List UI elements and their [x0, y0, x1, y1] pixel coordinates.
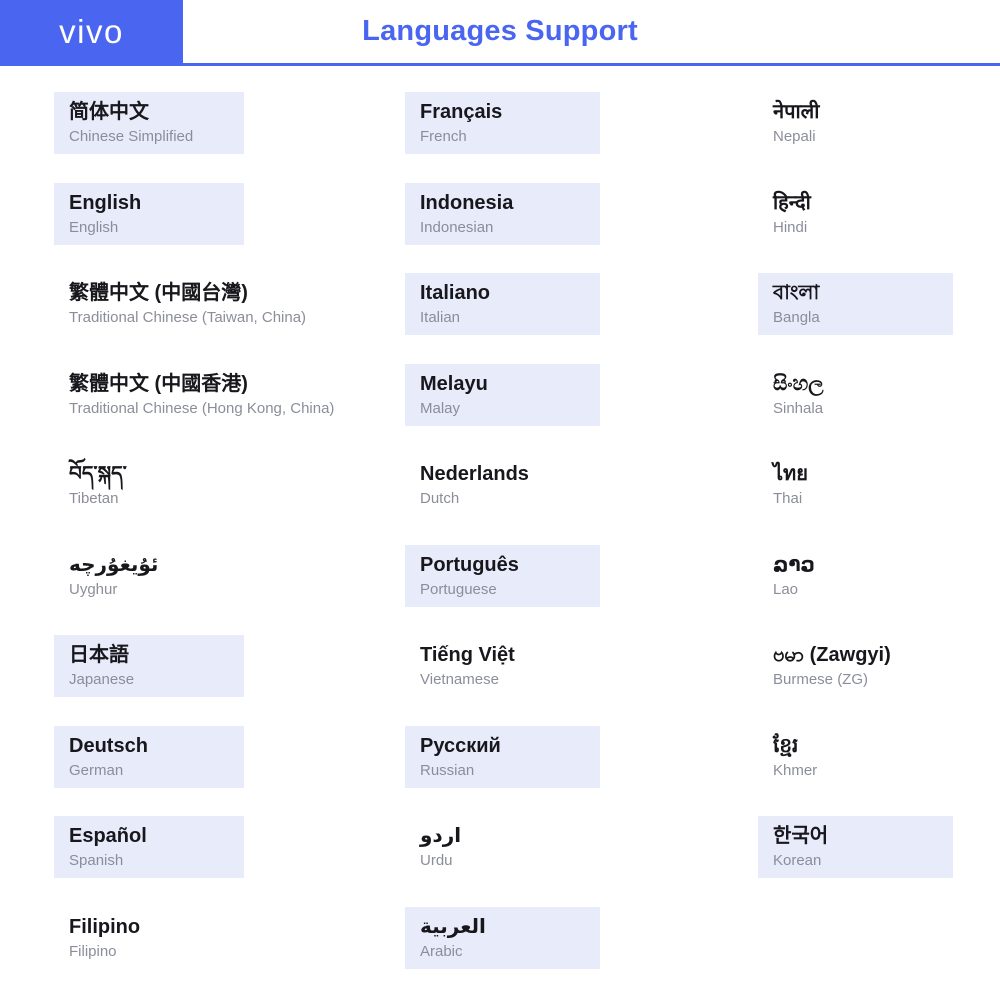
language-item[interactable]: Tiếng Việt Vietnamese [405, 635, 600, 697]
language-item[interactable]: नेपाली Nepali [758, 92, 953, 154]
language-english-name: English [69, 218, 119, 236]
page-header: vivo Languages Support [0, 0, 1000, 63]
language-native-name: Español [69, 825, 147, 847]
language-native-name: Français [420, 101, 503, 123]
language-english-name: Khmer [773, 761, 818, 779]
language-native-name: ไทย [773, 463, 808, 485]
language-native-name: ဗမာ (Zawgyi) [773, 644, 891, 666]
language-native-name: 繁體中文 (中國台灣) [69, 282, 248, 304]
language-native-name: Русский [420, 734, 501, 757]
language-item[interactable]: اردو Urdu [405, 816, 600, 878]
language-item[interactable]: Español Spanish [54, 816, 244, 878]
language-english-name: Burmese (ZG) [773, 671, 869, 688]
languages-grid: 简体中文 Chinese Simplified English English 繁體中文… [0, 66, 1000, 1000]
language-english-name: Dutch [420, 490, 460, 507]
language-item[interactable]: 繁體中文 (中國台灣) Traditional Chinese (Taiwan, … [54, 273, 307, 335]
vivo-logo: vivo [0, 0, 183, 63]
language-english-name: Portuguese [420, 580, 497, 598]
language-item[interactable]: Deutsch German [54, 725, 244, 788]
language-column-1: 简体中文 Chinese Simplified English English 繁體中文… [54, 66, 394, 1000]
language-item[interactable]: Italiano Italian [405, 273, 600, 335]
language-english-name: Bangla [773, 309, 820, 326]
language-native-name: नेपाली [773, 101, 820, 123]
language-item[interactable]: हिन्दी Hindi [758, 183, 953, 245]
language-item[interactable]: 繁體中文 (中國香港) Traditional Chinese (Hong Kon… [54, 364, 335, 426]
language-item[interactable]: 简体中文 Chinese Simplified [54, 92, 244, 154]
language-item[interactable]: ไทย Thai [758, 454, 953, 516]
language-native-name: བོད་སྐད་ [69, 463, 127, 485]
language-english-name: Vietnamese [420, 671, 499, 688]
language-english-name: Lao [773, 580, 799, 598]
language-native-name: ئۇيغۇرچە [69, 553, 159, 576]
language-native-name: اردو [420, 825, 462, 847]
language-native-name: Tiếng Việt [420, 644, 515, 666]
language-column-3: नेपाली Nepali हिन्दी Hindi বাংলা Bangla සිංහල S… [758, 66, 998, 1000]
language-item[interactable]: Français French [405, 92, 600, 154]
language-english-name: Traditional Chinese (Hong Kong, China) [69, 399, 335, 417]
language-item[interactable]: Indonesia Indonesian [405, 182, 600, 245]
language-native-name: 한국어 [773, 825, 829, 847]
language-item[interactable]: සිංහල Sinhala [758, 364, 953, 426]
language-english-name: Indonesian [420, 218, 494, 236]
language-english-name: Filipino [69, 942, 117, 960]
language-native-name: Nederlands [420, 463, 529, 485]
language-english-name: Traditional Chinese (Taiwan, China) [69, 309, 307, 326]
language-native-name: Melayu [420, 372, 488, 395]
language-english-name: Urdu [420, 852, 453, 869]
language-english-name: Thai [773, 490, 803, 507]
language-item[interactable]: Melayu Malay [405, 363, 600, 426]
language-english-name: Hindi [773, 218, 808, 236]
language-item[interactable]: العربية Arabic [405, 906, 600, 969]
language-item[interactable]: Português Portuguese [405, 544, 600, 607]
language-native-name: 简体中文 [69, 101, 149, 123]
language-native-name: ខ្មែរ [773, 734, 799, 757]
vivo-logo-text: vivo [59, 13, 124, 50]
language-native-name: العربية [420, 915, 486, 938]
language-english-name: Spanish [69, 852, 124, 869]
language-item[interactable]: ဗမာ (Zawgyi) Burmese (ZG) [758, 635, 953, 697]
language-english-name: Arabic [420, 942, 463, 960]
language-native-name: Deutsch [69, 734, 148, 757]
language-english-name: Korean [773, 852, 822, 869]
language-english-name: Chinese Simplified [69, 128, 194, 145]
language-english-name: Tibetan [69, 490, 119, 507]
language-column-2: Français French Indonesia Indonesian Italian… [405, 66, 705, 1000]
language-item[interactable]: ئۇيغۇرچە Uyghur [54, 545, 244, 607]
language-item[interactable]: বাংলা Bangla [758, 273, 953, 335]
language-native-name: Português [420, 553, 519, 576]
language-english-name: Russian [420, 761, 475, 779]
language-english-name: French [420, 128, 467, 145]
language-english-name: Nepali [773, 128, 816, 145]
language-native-name: Indonesia [420, 191, 514, 214]
language-item[interactable]: 日本語 Japanese [54, 635, 244, 697]
language-item[interactable]: 한국어 Korean [758, 816, 953, 878]
language-item[interactable]: English English [54, 182, 244, 245]
language-native-name: 日本語 [69, 644, 129, 666]
language-english-name: German [69, 761, 124, 779]
language-native-name: 繁體中文 (中國香港) [69, 372, 248, 395]
language-english-name: Japanese [69, 671, 135, 688]
language-english-name: Sinhala [773, 399, 824, 417]
language-item[interactable]: བོད་སྐད་ Tibetan [54, 454, 244, 516]
language-item[interactable]: ລາວ Lao [758, 545, 953, 607]
language-native-name: ລາວ [773, 553, 815, 576]
language-native-name: हिन्दी [773, 191, 811, 214]
language-native-name: English [69, 191, 142, 214]
language-native-name: සිංහල [773, 372, 824, 395]
language-native-name: Italiano [420, 282, 491, 304]
page-title-text: Languages Support [362, 15, 638, 47]
language-item[interactable]: Nederlands Dutch [405, 454, 600, 516]
language-native-name: বাংলা [773, 282, 820, 304]
language-english-name: Malay [420, 399, 461, 417]
language-item[interactable]: Filipino Filipino [54, 907, 244, 969]
language-item[interactable]: Русский Russian [405, 725, 600, 788]
language-native-name: Filipino [69, 915, 141, 938]
language-english-name: Uyghur [69, 580, 118, 598]
language-english-name: Italian [420, 309, 461, 326]
language-item[interactable]: ខ្មែរ Khmer [758, 726, 953, 788]
